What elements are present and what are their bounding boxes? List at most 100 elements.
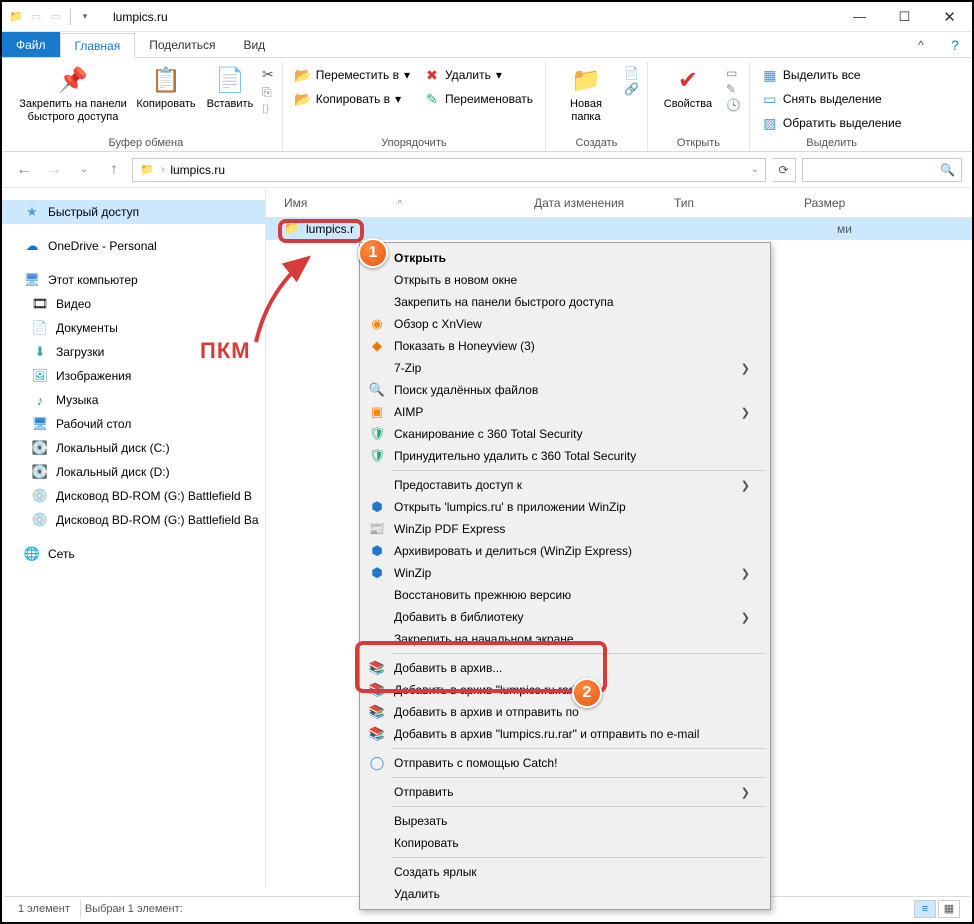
help-icon[interactable]: ?	[938, 32, 972, 57]
separator	[392, 653, 766, 654]
new-item-icon[interactable]: 📄	[624, 66, 639, 80]
maximize-button[interactable]: ☐	[882, 2, 927, 32]
sidebar-pictures[interactable]: 🖼Изображения	[2, 364, 265, 388]
view-large-icon[interactable]: ▦	[938, 900, 960, 918]
ribbon-collapse-button[interactable]: ^	[904, 32, 938, 57]
sidebar-desktop[interactable]: 🖥Рабочий стол	[2, 412, 265, 436]
col-date[interactable]: Дата изменения	[534, 196, 674, 210]
ctx-add-archive[interactable]: 📚Добавить в архив...	[362, 657, 768, 679]
delete-icon: ✖	[424, 67, 440, 83]
copy-to-button[interactable]: 📂Копировать в ▾	[291, 88, 414, 110]
winzip-icon: ⬢	[368, 542, 386, 560]
cloud-icon: ☁	[24, 238, 40, 254]
qat-item[interactable]: ▭	[48, 9, 64, 25]
close-button[interactable]: ✕	[927, 2, 972, 32]
ctx-add-and-send[interactable]: 📚Добавить в архив и отправить по	[362, 701, 768, 723]
history-icon[interactable]: 🕓	[726, 98, 741, 112]
chevron-down-icon[interactable]: ⌄	[751, 164, 759, 175]
tab-view[interactable]: Вид	[229, 32, 279, 57]
sidebar-onedrive[interactable]: ☁OneDrive - Personal	[2, 234, 265, 258]
ctx-restore-prev[interactable]: Восстановить прежнюю версию	[362, 584, 768, 606]
file-name: lumpics.r	[306, 222, 354, 236]
new-folder-button[interactable]: 📁 Новая папка	[554, 62, 618, 124]
up-button[interactable]: ↑	[102, 158, 126, 182]
aimp-icon: ▣	[368, 403, 386, 421]
sidebar-bdrom[interactable]: 💿Дисковод BD-ROM (G:) Battlefield Ba	[2, 508, 265, 532]
ctx-open-new-window[interactable]: Открыть в новом окне	[362, 269, 768, 291]
recent-dropdown[interactable]: ⌄	[72, 158, 96, 182]
search-input[interactable]: 🔍	[802, 158, 962, 182]
properties-button[interactable]: ✔ Свойства	[656, 62, 720, 111]
move-to-button[interactable]: 📂Переместить в ▾	[291, 64, 414, 86]
view-details-icon[interactable]: ≡	[914, 900, 936, 918]
ctx-aimp[interactable]: ▣AIMP❯	[362, 401, 768, 423]
refresh-button[interactable]: ⟳	[772, 158, 796, 182]
minimize-button[interactable]: —	[837, 2, 882, 32]
ctx-add-library[interactable]: Добавить в библиотеку❯	[362, 606, 768, 628]
ctx-send-catch[interactable]: ◯Отправить с помощью Catch!	[362, 752, 768, 774]
forward-button[interactable]: →	[42, 158, 66, 182]
rename-button[interactable]: ✎Переименовать	[420, 88, 537, 110]
col-type[interactable]: Тип	[674, 196, 804, 210]
col-name[interactable]: Имя	[284, 196, 307, 210]
sidebar-bdrom[interactable]: 💿Дисковод BD-ROM (G:) Battlefield B	[2, 484, 265, 508]
ctx-grant-access[interactable]: Предоставить доступ к❯	[362, 474, 768, 496]
delete-button[interactable]: ✖Удалить ▾	[420, 64, 537, 86]
tab-share[interactable]: Поделиться	[135, 32, 229, 57]
ctx-winzip[interactable]: ⬢WinZip❯	[362, 562, 768, 584]
ctx-create-shortcut[interactable]: Создать ярлык	[362, 861, 768, 883]
select-all-button[interactable]: ▦Выделить все	[758, 64, 906, 86]
sidebar-videos[interactable]: 🎞Видео	[2, 292, 265, 316]
ctx-add-archive-named[interactable]: 📚Добавить в архив "lumpics.ru.rar"	[362, 679, 768, 701]
copy-path-icon[interactable]: ⎘	[262, 85, 274, 100]
tab-file[interactable]: Файл	[2, 32, 60, 57]
ctx-search-deleted[interactable]: 🔍Поиск удалённых файлов	[362, 379, 768, 401]
ctx-copy[interactable]: Копировать	[362, 832, 768, 854]
col-size[interactable]: Размер	[804, 196, 884, 210]
ctx-7zip[interactable]: 7-Zip❯	[362, 357, 768, 379]
sidebar-documents[interactable]: 📄Документы	[2, 316, 265, 340]
ctx-winzip-express[interactable]: ⬢Архивировать и делиться (WinZip Express…	[362, 540, 768, 562]
folder-icon: 📂	[295, 91, 311, 107]
invert-selection-button[interactable]: ▨Обратить выделение	[758, 112, 906, 134]
annotation-marker-2: 2	[572, 678, 602, 708]
ctx-xnview[interactable]: ◉Обзор с XnView	[362, 313, 768, 335]
sidebar-quick-access[interactable]: ★Быстрый доступ	[2, 200, 265, 224]
easy-access-icon[interactable]: 🔗	[624, 82, 639, 96]
copy-button[interactable]: 📋 Копировать	[134, 62, 198, 111]
ctx-pin-start[interactable]: Закрепить на начальном экране	[362, 628, 768, 650]
ctx-delete[interactable]: Удалить	[362, 883, 768, 905]
cut-icon[interactable]: ✂	[262, 66, 274, 83]
paste-shortcut-icon[interactable]: ⌷	[262, 102, 274, 117]
file-row[interactable]: 📁 lumpics.r ми	[266, 218, 972, 240]
pin-button[interactable]: 📌 Закрепить на панели быстрого доступа	[18, 62, 128, 124]
ctx-winzip-pdf[interactable]: 📰WinZip PDF Express	[362, 518, 768, 540]
paste-button[interactable]: 📄 Вставить	[204, 62, 256, 111]
qat-dropdown[interactable]: ▾	[77, 9, 93, 25]
sidebar-disk-d[interactable]: 💽Локальный диск (D:)	[2, 460, 265, 484]
ctx-pin-quick[interactable]: Закрепить на панели быстрого доступа	[362, 291, 768, 313]
new-folder-label: Новая папка	[554, 98, 618, 124]
sidebar-music[interactable]: ♪Музыка	[2, 388, 265, 412]
address-bar[interactable]: 📁 › lumpics.ru ⌄	[132, 158, 766, 182]
open-icon[interactable]: ▭	[726, 66, 741, 80]
ctx-open[interactable]: Открыть	[362, 247, 768, 269]
ctx-add-and-send-named[interactable]: 📚Добавить в архив "lumpics.ru.rar" и отп…	[362, 723, 768, 745]
ctx-winzip-open[interactable]: ⬢Открыть 'lumpics.ru' в приложении WinZi…	[362, 496, 768, 518]
sidebar-disk-c[interactable]: 💽Локальный диск (C:)	[2, 436, 265, 460]
ctx-scan-360[interactable]: 🛡Сканирование с 360 Total Security	[362, 423, 768, 445]
tab-home[interactable]: Главная	[60, 33, 136, 58]
disk-icon: 💽	[32, 440, 48, 456]
edit-icon[interactable]: ✎	[726, 82, 741, 96]
annotation-label: ПКМ	[200, 338, 251, 364]
ctx-force-delete-360[interactable]: 🛡Принудительно удалить с 360 Total Secur…	[362, 445, 768, 467]
sidebar-this-pc[interactable]: 🖥Этот компьютер	[2, 268, 265, 292]
ctx-cut[interactable]: Вырезать	[362, 810, 768, 832]
ctx-honeyview[interactable]: ◆Показать в Honeyview (3)	[362, 335, 768, 357]
folder-icon: 📁	[8, 9, 24, 25]
qat-item[interactable]: ▭	[28, 9, 44, 25]
select-none-button[interactable]: ▭Снять выделение	[758, 88, 906, 110]
sidebar-network[interactable]: 🌐Сеть	[2, 542, 265, 566]
ctx-send-to[interactable]: Отправить❯	[362, 781, 768, 803]
back-button[interactable]: ←	[12, 158, 36, 182]
